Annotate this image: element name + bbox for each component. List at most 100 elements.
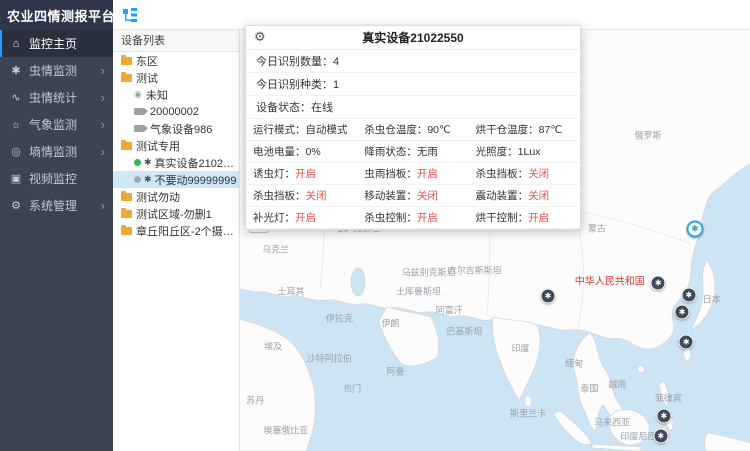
device-label: 未知 <box>146 87 168 103</box>
sidebar-item-weather-monitoring[interactable]: ☼气象监测› <box>0 111 113 138</box>
chevron-right-icon: › <box>101 63 105 78</box>
popup-status-cell: 杀虫仓温度：90℃ <box>357 119 468 141</box>
device-label: 测试勿动 <box>136 189 180 205</box>
status-dot-offline <box>134 176 141 183</box>
device-label: 章丘阳丘区-2个摄像头 <box>136 223 239 239</box>
status-label: 电池电量： <box>253 146 306 158</box>
device-list-title: 设备列表 <box>113 30 239 52</box>
popup-status-cell: 杀虫控制：开启 <box>357 207 468 229</box>
folder-icon <box>121 142 132 150</box>
status-label: 运行模式： <box>253 124 306 136</box>
status-label: 移动装置： <box>364 190 417 202</box>
sidebar-item-label: 虫情统计 <box>29 89 101 106</box>
device-map-marker[interactable]: ✱ <box>679 334 694 349</box>
popup-status-cell: 降雨状态：无雨 <box>357 141 468 163</box>
device-map-marker[interactable]: ✱ <box>675 305 690 320</box>
device-label: 不要动99999999 <box>155 172 237 188</box>
popup-summary-row: 设备状态：在线 <box>246 96 580 119</box>
device-map-marker[interactable]: ✱ <box>651 276 666 291</box>
globe-icon: ◎ <box>8 145 24 158</box>
device-group-test-no-touch[interactable]: 测试勿动 <box>113 188 239 205</box>
chevron-right-icon: › <box>101 144 105 159</box>
device-group-test-area-1[interactable]: 测试区域-勿删1 <box>113 205 239 222</box>
status-label: 烘干控制： <box>476 212 529 224</box>
status-value: 开启 <box>417 168 438 180</box>
chevron-right-icon: › <box>101 117 105 132</box>
summary-value: 4 <box>333 56 339 68</box>
status-label: 光照度： <box>476 146 518 158</box>
folder-icon <box>121 210 132 218</box>
device-group-east-district[interactable]: 东区 <box>113 52 239 69</box>
device-label: 测试区域-勿删1 <box>136 206 212 222</box>
device-list-panel: 设备列表 东区测试◉未知 20000002 气象设备986测试专用✱真实设备2102… <box>113 30 240 451</box>
settings-gear-icon[interactable]: ⚙ <box>254 29 266 45</box>
sidebar-item-video-surveillance[interactable]: ▣视频监控 <box>0 165 113 192</box>
device-map-marker[interactable]: ✱ <box>653 429 668 444</box>
app-title: 农业四情测报平台 <box>0 0 113 30</box>
status-label: 杀虫挡板： <box>253 190 306 202</box>
status-value: 90℃ <box>427 124 450 136</box>
folder-icon <box>121 74 132 82</box>
bug-icon: ✱ <box>144 157 152 168</box>
popup-status-cell: 烘干控制：开启 <box>469 207 580 229</box>
status-label: 震动装置： <box>476 190 529 202</box>
status-dot-online <box>134 159 141 166</box>
popup-summary-row: 今日识别数量：4 <box>246 50 580 73</box>
status-label: 杀虫控制： <box>364 212 417 224</box>
sidebar-item-label: 监控主页 <box>29 35 105 52</box>
device-tree-toggle-icon[interactable] <box>123 8 137 22</box>
summary-label: 今日识别数量： <box>256 56 333 68</box>
sidebar-item-label: 虫情监测 <box>29 62 101 79</box>
device-item-weather-986[interactable]: 气象设备986 <box>113 120 239 137</box>
sidebar-item-soil-monitoring[interactable]: ◎墒情监测› <box>0 138 113 165</box>
status-value: 无雨 <box>417 146 438 158</box>
status-value: 开启 <box>528 212 549 224</box>
device-map-marker[interactable]: ✱ <box>681 288 696 303</box>
device-label: 20000002 <box>150 106 199 118</box>
status-label: 降雨状态： <box>364 146 417 158</box>
bug-icon: ✱ <box>144 174 152 185</box>
folder-icon <box>121 57 132 65</box>
main-sidebar: ⌂ 监控主页 ✱虫情监测›∿虫情统计›☼气象监测›◎墒情监测›▣视频监控⚙系统管理› <box>0 30 113 451</box>
device-group-test[interactable]: 测试 <box>113 69 239 86</box>
status-value: 关闭 <box>528 168 549 180</box>
sidebar-item-label: 系统管理 <box>29 197 101 214</box>
popup-status-cell: 电池电量：0% <box>246 141 357 163</box>
sidebar-item-label: 气象监测 <box>29 116 101 133</box>
home-icon: ⌂ <box>8 38 24 50</box>
popup-status-cell: 震动装置：关闭 <box>469 185 580 207</box>
app-window: 农业四情测报平台 ⌂监控主页✱虫情监测›∿虫情统计›☼气象监测›◎墒情监测›▣视… <box>0 0 750 451</box>
device-label: 测试 <box>136 70 158 86</box>
popup-status-cell: 虫雨挡板：开启 <box>357 163 468 185</box>
popup-status-cell: 杀虫挡板：关闭 <box>469 163 580 185</box>
popup-status-grid: 运行模式：自动模式杀虫仓温度：90℃烘干仓温度：87℃电池电量：0%降雨状态：无… <box>246 119 580 229</box>
summary-label: 设备状态： <box>256 102 311 114</box>
device-item-cam-20000002[interactable]: 20000002 <box>113 103 239 120</box>
sidebar-item-home[interactable]: ⌂ 监控主页 <box>0 30 113 57</box>
sidebar-item-system-management[interactable]: ⚙系统管理› <box>0 192 113 219</box>
device-map-marker[interactable]: ✱ <box>656 409 671 424</box>
status-label: 烘干仓温度： <box>476 124 539 136</box>
device-item-unknown[interactable]: ◉未知 <box>113 86 239 103</box>
device-map-marker[interactable]: ✱ <box>541 289 556 304</box>
device-map-marker[interactable]: ✱ <box>686 221 703 238</box>
sidebar-item-insect-monitoring[interactable]: ✱虫情监测› <box>0 57 113 84</box>
popup-status-cell: 补光灯：开启 <box>246 207 357 229</box>
device-tree: 东区测试◉未知20000002气象设备986测试专用✱真实设备21022550✱… <box>113 52 239 239</box>
device-group-test-dedicated[interactable]: 测试专用 <box>113 137 239 154</box>
status-value: 关闭 <box>306 190 327 202</box>
popup-status-cell: 运行模式：自动模式 <box>246 119 357 141</box>
device-item-dont-move-9999[interactable]: ✱不要动99999999 <box>113 171 239 188</box>
sidebar-item-insect-stats[interactable]: ∿虫情统计› <box>0 84 113 111</box>
status-value: 87℃ <box>539 124 562 136</box>
popup-header: ⚙ 真实设备21022550 <box>246 26 580 50</box>
device-label: 气象设备986 <box>150 121 212 137</box>
popup-title: 真实设备21022550 <box>362 29 463 46</box>
status-value: 开启 <box>295 168 316 180</box>
device-group-zhangqiu-cams[interactable]: 章丘阳丘区-2个摄像头 <box>113 222 239 239</box>
device-item-real-21022550[interactable]: ✱真实设备21022550 <box>113 154 239 171</box>
popup-summary: 今日识别数量：4今日识别种类：1设备状态：在线 <box>246 50 580 119</box>
sidebar-item-label: 视频监控 <box>29 170 105 187</box>
status-label: 杀虫挡板： <box>476 168 529 180</box>
summary-value: 在线 <box>311 102 333 114</box>
